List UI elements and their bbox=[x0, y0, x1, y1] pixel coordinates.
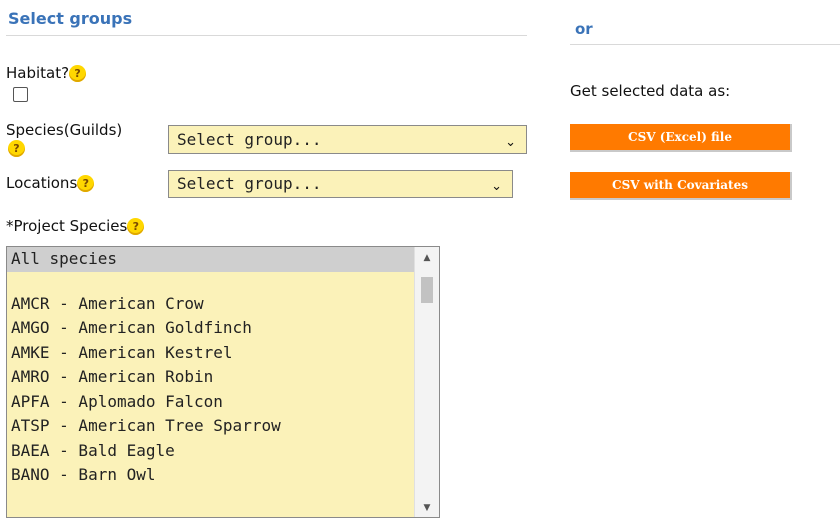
species-guilds-select[interactable]: Select group... ⌄ bbox=[168, 125, 527, 154]
get-data-label: Get selected data as: bbox=[570, 82, 731, 100]
species-guilds-label: Species(Guilds) bbox=[6, 121, 122, 139]
project-species-label: *Project Species? bbox=[6, 217, 145, 235]
scroll-thumb[interactable] bbox=[421, 277, 433, 303]
project-species-label-text: *Project Species bbox=[6, 217, 128, 235]
species-guilds-label-text: Species(Guilds) bbox=[6, 121, 123, 139]
list-item-blank[interactable] bbox=[7, 272, 439, 292]
habitat-label-text: Habitat? bbox=[6, 64, 70, 82]
habitat-label: Habitat?? bbox=[6, 64, 87, 82]
chevron-down-icon: ⌄ bbox=[491, 179, 502, 194]
locations-select-value: Select group... bbox=[177, 174, 322, 193]
scroll-up-icon[interactable]: ▲ bbox=[415, 253, 439, 263]
list-item[interactable]: AMKE - American Kestrel bbox=[7, 341, 439, 366]
csv-excel-button[interactable]: CSV (Excel) file bbox=[570, 124, 792, 152]
list-item[interactable]: AMRO - American Robin bbox=[7, 365, 439, 390]
list-item[interactable]: BANO - Barn Owl bbox=[7, 463, 439, 488]
locations-label-text: Locations bbox=[6, 174, 78, 192]
list-item[interactable]: AMGO - American Goldfinch bbox=[7, 316, 439, 341]
select-groups-divider bbox=[6, 35, 527, 36]
habitat-checkbox[interactable] bbox=[13, 87, 28, 102]
list-item[interactable]: All species bbox=[7, 247, 439, 272]
or-divider bbox=[570, 44, 840, 45]
help-icon[interactable]: ? bbox=[127, 218, 145, 235]
list-item[interactable]: APFA - Aplomado Falcon bbox=[7, 390, 439, 415]
list-item[interactable]: BAEA - Bald Eagle bbox=[7, 439, 439, 464]
chevron-down-icon: ⌄ bbox=[505, 135, 516, 150]
project-species-listbox[interactable]: All species AMCR - American Crow AMGO - … bbox=[6, 246, 440, 518]
list-item[interactable]: AMCR - American Crow bbox=[7, 292, 439, 317]
help-icon[interactable]: ? bbox=[77, 175, 95, 192]
scroll-down-icon[interactable]: ▼ bbox=[415, 503, 439, 513]
help-icon[interactable]: ? bbox=[8, 140, 25, 157]
list-item[interactable]: ATSP - American Tree Sparrow bbox=[7, 414, 439, 439]
select-groups-title: Select groups bbox=[8, 9, 133, 28]
locations-select[interactable]: Select group... ⌄ bbox=[168, 170, 513, 198]
locations-label: Locations? bbox=[6, 174, 95, 192]
csv-covariates-button[interactable]: CSV with Covariates bbox=[570, 172, 792, 200]
listbox-scrollbar[interactable]: ▲ ▼ bbox=[414, 247, 439, 517]
species-guilds-select-value: Select group... bbox=[177, 130, 322, 149]
or-title: or bbox=[575, 20, 593, 38]
help-icon[interactable]: ? bbox=[69, 65, 87, 82]
